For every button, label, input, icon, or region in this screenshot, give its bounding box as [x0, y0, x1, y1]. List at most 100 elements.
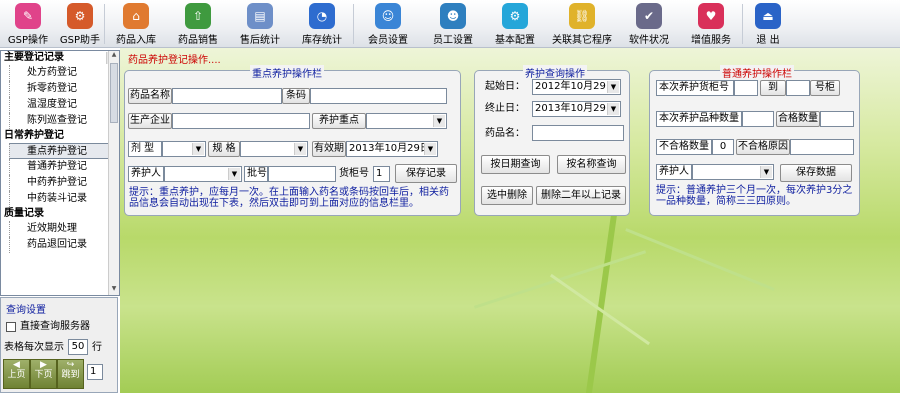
delete-selected-button[interactable]: 选中删除	[481, 186, 533, 205]
sidebar-section-title[interactable]: 日常养护登记	[1, 129, 119, 143]
save-record-button[interactable]: 保存记录	[395, 164, 457, 183]
drug-name-input[interactable]	[172, 88, 282, 104]
toolbar-button-7[interactable]: ☻ 员工设置	[422, 0, 484, 48]
jump-page-button[interactable]: ↪ 跳到	[57, 359, 84, 389]
sidebar-item[interactable]: 温湿度登记	[9, 97, 119, 113]
sidebar-item[interactable]: 药品退回记录	[9, 237, 119, 253]
variety-count-label: 本次养护品种数量	[656, 111, 742, 127]
clipboard-icon: ▤	[247, 3, 273, 29]
previous-page-button[interactable]: ◀ 上页	[3, 359, 30, 389]
drug-name-query-label: 药品名：	[485, 128, 525, 139]
sidebar-item[interactable]: 近效期处理	[9, 221, 119, 237]
shelf-to-input[interactable]	[786, 80, 810, 96]
sidebar-item[interactable]: 中药养护登记	[9, 175, 119, 191]
jump-page-label: 跳到	[61, 370, 80, 380]
unqualified-reason-button[interactable]: 不合格原因	[736, 139, 790, 155]
shelf-to-button[interactable]: 到	[760, 80, 786, 96]
spec-button[interactable]: 规 格	[208, 141, 240, 157]
sales-icon: ⇧	[185, 3, 211, 29]
gear-icon: ⚙	[502, 3, 528, 29]
direct-query-checkbox[interactable]	[6, 322, 16, 332]
end-date-picker[interactable]: 2013年10月29日	[532, 101, 621, 117]
scroll-up-arrow-icon[interactable]: ▲	[109, 51, 119, 61]
sidebar-section-title[interactable]: 主要登记记录	[1, 51, 119, 65]
toolbar-button-label: 基本配置	[495, 35, 535, 46]
toolbar-button-label: 会员设置	[368, 35, 408, 46]
key-care-button[interactable]: 养护重点	[312, 113, 366, 129]
scroll-thumb[interactable]	[110, 63, 118, 123]
toolbar-button-10[interactable]: ✔ 软件状况	[618, 0, 680, 48]
key-care-select[interactable]	[366, 113, 447, 129]
start-date-picker[interactable]: 2012年10月29日	[532, 79, 621, 95]
main-toolbar: ✎ GSP操作 ⚙ GSP助手 ⌂ 药品入库 ⇧ 药品销售 ▤ 售后统计 ◔ 库存统计 ☺ 会员设置 ☻ 员工…	[0, 0, 900, 48]
toolbar-button-3[interactable]: ⇧ 药品销售	[167, 0, 229, 48]
next-page-button[interactable]: ▶ 下页	[30, 359, 57, 389]
drug-name-button[interactable]: 药品名称	[128, 88, 172, 104]
unqualified-reason-input[interactable]	[790, 139, 854, 155]
toolbar-button-8[interactable]: ⚙ 基本配置	[484, 0, 546, 48]
barcode-button[interactable]: 条码	[282, 88, 310, 104]
barcode-input[interactable]	[310, 88, 447, 104]
sidebar-scrollbar[interactable]: ▲ ▼	[108, 51, 119, 295]
unqualified-count-label: 不合格数量	[656, 139, 712, 155]
toolbar-button-label: 售后统计	[240, 35, 280, 46]
qualified-count-input[interactable]	[820, 111, 854, 127]
caretaker-select[interactable]	[164, 166, 242, 182]
scroll-down-arrow-icon[interactable]: ▼	[109, 285, 119, 295]
spec-select[interactable]	[240, 141, 308, 157]
save-data-button[interactable]: 保存数据	[780, 164, 852, 182]
jump-arrow-icon: ↪	[66, 360, 75, 370]
batch-label: 批号	[244, 166, 268, 182]
sidebar-item[interactable]: 重点养护登记	[9, 143, 119, 159]
next-page-label: 下页	[34, 370, 53, 380]
prev-arrow-icon: ◀	[13, 360, 20, 370]
drug-name-query-input[interactable]	[532, 125, 624, 141]
query-settings-title: 查询设置	[6, 305, 46, 316]
normal-caretaker-label: 养护人	[656, 164, 692, 180]
batch-input[interactable]	[268, 166, 336, 182]
shelf-range-label: 本次养护货柜号	[656, 80, 734, 96]
toolbar-button-6[interactable]: ☺ 会员设置	[354, 0, 422, 48]
sidebar-section-title[interactable]: 质量记录	[1, 207, 119, 221]
dosage-form-select[interactable]	[162, 141, 206, 157]
normal-care-hint: 提示：普通养护三个月一次，每次养护3分之一品种数量，简称三三四原则。	[656, 185, 853, 207]
unqualified-count-input[interactable]: 0	[712, 139, 734, 155]
toolbar-button-5[interactable]: ◔ 库存统计	[291, 0, 353, 48]
toolbar-button-9[interactable]: ⛓ 关联其它程序	[546, 0, 618, 48]
exit-icon: ⏏	[755, 3, 781, 29]
expiry-date-picker[interactable]: 2013年10月29日	[346, 141, 438, 157]
sidebar-item[interactable]: 陈列巡查登记	[9, 113, 119, 129]
variety-count-input[interactable]	[742, 111, 774, 127]
page-number-input[interactable]: 1	[87, 364, 103, 380]
normal-caretaker-select[interactable]	[692, 164, 774, 180]
shelf-from-input[interactable]	[734, 80, 758, 96]
query-by-name-button[interactable]: 按名称查询	[557, 155, 626, 174]
caretaker-label: 养护人	[128, 166, 164, 182]
members-icon: ☺	[375, 3, 401, 29]
toolbar-button-label: 关联其它程序	[552, 35, 612, 46]
rows-unit-label: 行	[92, 342, 102, 353]
toolbar-button-12[interactable]: ⏏ 退 出	[743, 0, 793, 48]
query-by-date-button[interactable]: 按日期查询	[481, 155, 550, 174]
toolbar-button-2[interactable]: ⌂ 药品入库	[105, 0, 167, 48]
shelf-number-input[interactable]: 1	[373, 166, 390, 182]
toolbar-button-4[interactable]: ▤ 售后统计	[229, 0, 291, 48]
shelf-suffix-button[interactable]: 号柜	[810, 80, 840, 96]
manufacturer-button[interactable]: 生产企业	[128, 113, 172, 129]
toolbar-button-1[interactable]: ⚙ GSP助手	[56, 0, 104, 48]
sidebar-item[interactable]: 普通养护登记	[9, 159, 119, 175]
qualified-count-button[interactable]: 合格数量	[776, 111, 820, 127]
delete-old-records-button[interactable]: 删除二年以上记录	[536, 186, 626, 205]
rows-per-page-input[interactable]: 50	[68, 339, 88, 355]
sidebar-item[interactable]: 处方药登记	[9, 65, 119, 81]
heart-icon: ♥	[698, 3, 724, 29]
normal-care-title: 普通养护操作栏	[720, 65, 794, 80]
sidebar-item[interactable]: 拆零药登记	[9, 81, 119, 97]
sidebar-tree: 主要登记记录处方药登记拆零药登记温湿度登记陈列巡查登记日常养护登记重点养护登记普…	[0, 50, 120, 296]
manufacturer-input[interactable]	[172, 113, 310, 129]
toolbar-button-11[interactable]: ♥ 增值服务	[680, 0, 742, 48]
expiry-button[interactable]: 有效期	[312, 141, 346, 157]
toolbar-button-label: 库存统计	[302, 35, 342, 46]
sidebar-item[interactable]: 中药装斗记录	[9, 191, 119, 207]
toolbar-button-0[interactable]: ✎ GSP操作	[0, 0, 56, 48]
